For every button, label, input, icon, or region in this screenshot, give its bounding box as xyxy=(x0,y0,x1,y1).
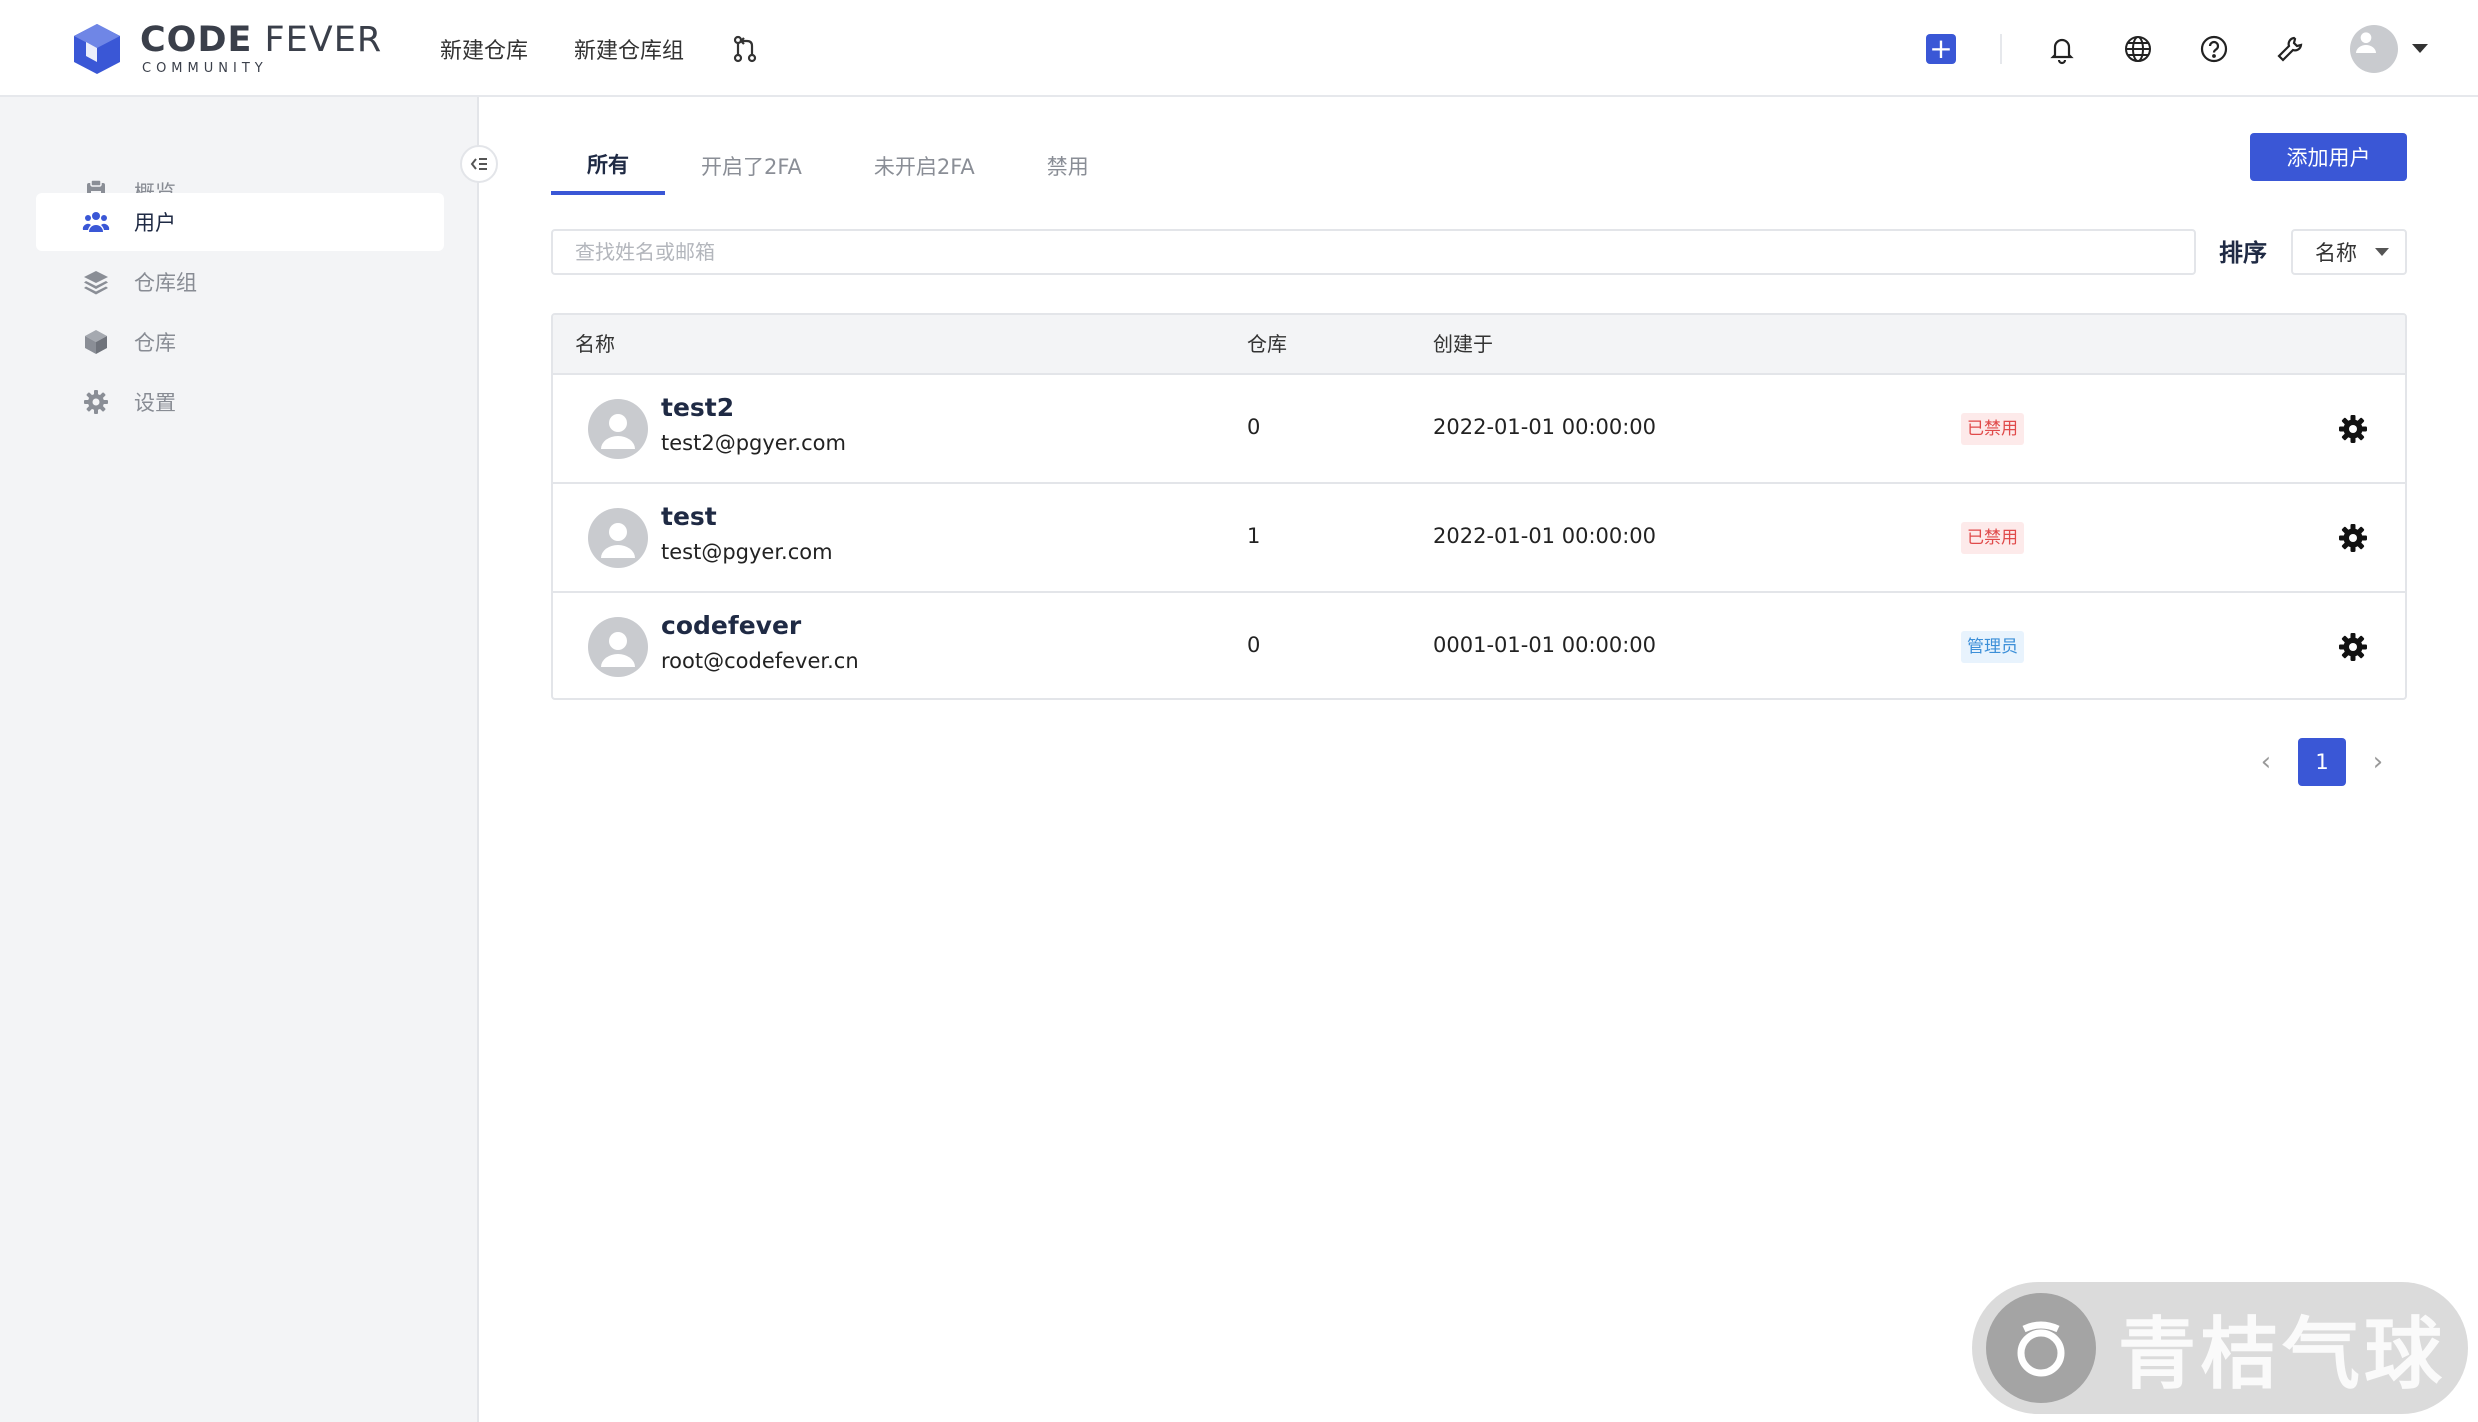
tab-all[interactable]: 所有 xyxy=(551,137,665,195)
sort-label: 排序 xyxy=(2219,239,2267,267)
users-table: 名称 仓库 创建于 test2 test2@pgyer.com 0 2022-0… xyxy=(551,313,2407,700)
user-repo-count: 0 xyxy=(1247,633,1261,657)
avatar-icon xyxy=(588,508,648,568)
chevron-down-icon xyxy=(2375,248,2389,256)
add-user-button[interactable]: 添加用户 xyxy=(2250,133,2407,181)
gear-icon[interactable] xyxy=(2337,631,2369,663)
table-header: 名称 仓库 创建于 xyxy=(553,315,2405,375)
help-button[interactable] xyxy=(2198,33,2230,65)
sidebar-item-settings[interactable]: 设置 xyxy=(36,373,444,431)
user-menu[interactable] xyxy=(2350,24,2428,73)
collapse-left-icon[interactable] xyxy=(467,152,491,176)
tab-2fa-enabled[interactable]: 开启了2FA xyxy=(665,137,838,195)
user-repo-count: 0 xyxy=(1247,415,1261,439)
sidebar-item-repo-groups[interactable]: 仓库组 xyxy=(36,253,444,311)
git-merge-icon[interactable] xyxy=(730,34,760,64)
chevron-left-icon[interactable]: ‹ xyxy=(2246,747,2286,777)
plus-square-icon[interactable]: + xyxy=(1926,33,1956,64)
cube-icon xyxy=(85,330,107,354)
chevron-right-icon[interactable]: › xyxy=(2358,747,2398,777)
table-row: test2 test2@pgyer.com 0 2022-01-01 00:00… xyxy=(553,375,2405,484)
brand-logo[interactable]: CODE FEVER COMMUNITY xyxy=(70,22,382,76)
gear-icon[interactable] xyxy=(2337,522,2369,554)
sidebar-collapse-button[interactable] xyxy=(460,145,498,183)
gear-icon xyxy=(84,390,108,414)
new-repo-link[interactable]: 新建仓库 xyxy=(440,33,528,65)
user-repo-count: 1 xyxy=(1247,524,1261,548)
user-name[interactable]: test2 xyxy=(661,393,734,422)
tab-banned[interactable]: 禁用 xyxy=(1011,137,1125,195)
table-row: test test@pgyer.com 1 2022-01-01 00:00:0… xyxy=(553,484,2405,593)
top-nav: 新建仓库 新建仓库组 xyxy=(440,0,760,97)
user-created-at: 0001-01-01 00:00:00 xyxy=(1433,633,1657,657)
admin-sidebar: 概览 用户 仓库组 仓库 设置 xyxy=(0,97,479,1422)
sidebar-item-label: 仓库组 xyxy=(134,271,197,295)
user-email: root@codefever.cn xyxy=(661,649,859,673)
user-email: test@pgyer.com xyxy=(661,540,833,564)
column-header-created: 创建于 xyxy=(1433,332,1493,356)
sidebar-item-label: 用户 xyxy=(134,211,176,235)
page-button-current[interactable]: 1 xyxy=(2298,738,2346,786)
search-input[interactable] xyxy=(551,229,2196,275)
watermark-text: 青桔气球 xyxy=(2118,1310,2447,1400)
question-circle-icon[interactable] xyxy=(2198,33,2230,65)
user-filter-tabs: 所有 开启了2FA 未开启2FA 禁用 xyxy=(551,137,1125,195)
watermark-logo-icon xyxy=(1986,1293,2096,1403)
notifications-button[interactable] xyxy=(2046,33,2078,65)
bell-icon[interactable] xyxy=(2046,33,2078,65)
user-email: test2@pgyer.com xyxy=(661,431,846,455)
user-created-at: 2022-01-01 00:00:00 xyxy=(1433,415,1657,439)
table-row: codefever root@codefever.cn 0 0001-01-01… xyxy=(553,593,2405,698)
sidebar-item-label: 仓库 xyxy=(134,331,176,355)
brand-title: CODE FEVER xyxy=(140,20,383,60)
sort-selected-value: 名称 xyxy=(2315,241,2357,265)
column-header-name: 名称 xyxy=(575,332,615,356)
toolbar-divider xyxy=(2000,33,2002,64)
tab-2fa-disabled[interactable]: 未开启2FA xyxy=(838,137,1011,195)
gear-icon[interactable] xyxy=(2337,413,2369,445)
language-button[interactable] xyxy=(2122,33,2154,65)
avatar-icon[interactable] xyxy=(2350,24,2398,73)
new-repo-group-link[interactable]: 新建仓库组 xyxy=(574,33,684,65)
column-header-repos: 仓库 xyxy=(1247,332,1287,356)
users-icon xyxy=(82,212,110,232)
user-name[interactable]: codefever xyxy=(661,611,801,640)
sidebar-item-users[interactable]: 用户 xyxy=(36,193,444,251)
user-name[interactable]: test xyxy=(661,502,717,531)
brand-subtitle: COMMUNITY xyxy=(142,61,268,76)
user-created-at: 2022-01-01 00:00:00 xyxy=(1433,524,1657,548)
chevron-down-icon[interactable] xyxy=(2412,44,2428,53)
status-badge: 已禁用 xyxy=(1961,522,2024,554)
avatar-icon xyxy=(588,617,648,677)
globe-icon[interactable] xyxy=(2122,33,2154,65)
avatar-icon xyxy=(588,399,648,459)
sidebar-item-repos[interactable]: 仓库 xyxy=(36,313,444,371)
top-navbar: CODE FEVER COMMUNITY 新建仓库 新建仓库组 + xyxy=(0,0,2478,97)
top-right-toolbar: + xyxy=(1882,0,2428,97)
watermark: 青桔气球 xyxy=(1972,1282,2468,1414)
wrench-icon[interactable] xyxy=(2274,33,2306,65)
sort-select[interactable]: 名称 xyxy=(2291,229,2407,275)
layers-icon xyxy=(84,271,108,295)
codefever-logo-icon xyxy=(74,24,120,74)
status-badge: 已禁用 xyxy=(1961,413,2024,445)
create-button[interactable]: + xyxy=(1926,33,1956,64)
admin-button[interactable] xyxy=(2274,33,2306,65)
sidebar-item-label: 设置 xyxy=(134,391,176,415)
role-badge: 管理员 xyxy=(1961,631,2024,663)
pagination: ‹ 1 › xyxy=(2246,738,2398,786)
